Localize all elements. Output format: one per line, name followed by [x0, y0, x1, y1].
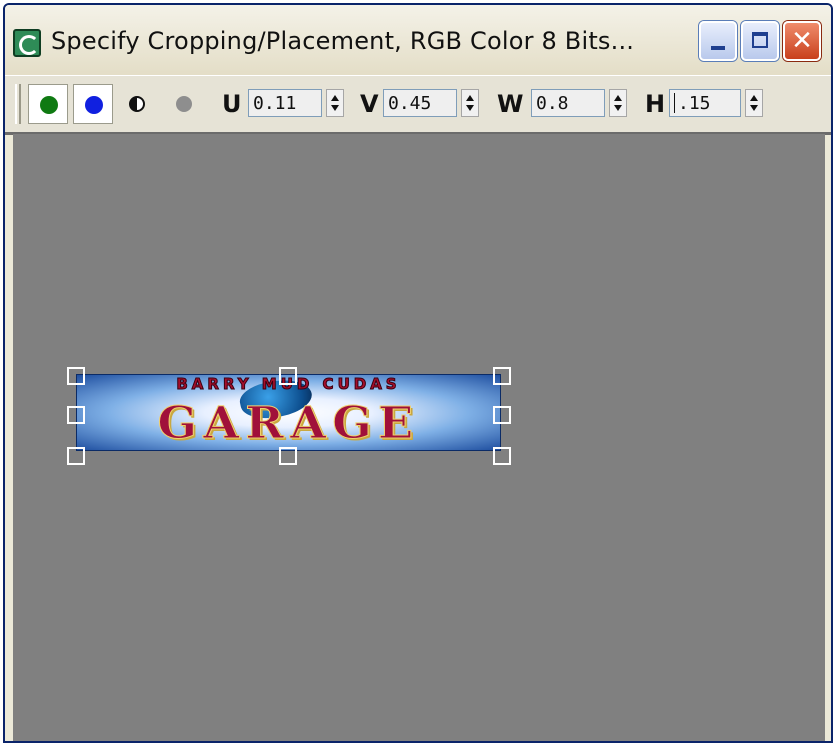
- crop-handle-middle-left[interactable]: [67, 406, 85, 424]
- toolbar-grip: [15, 84, 21, 124]
- alpha-channel-icon[interactable]: [176, 96, 192, 112]
- spin-up-icon: [750, 95, 758, 101]
- h-input[interactable]: .15: [669, 89, 741, 117]
- h-input-value: .15: [678, 93, 711, 114]
- window-title: Specify Cropping/Placement, RGB Color 8 …: [51, 27, 635, 55]
- crop-handle-middle-right[interactable]: [493, 406, 511, 424]
- v-spinner[interactable]: [461, 89, 479, 117]
- spin-down-icon: [750, 105, 758, 111]
- green-channel-button[interactable]: [28, 84, 68, 124]
- green-dot-icon: [40, 96, 58, 114]
- v-label: V: [360, 90, 379, 118]
- crop-handle-bottom-left[interactable]: [67, 447, 85, 465]
- close-button[interactable]: ✕: [783, 21, 821, 61]
- crop-placement-window: Specify Cropping/Placement, RGB Color 8 …: [3, 3, 833, 743]
- title-bar[interactable]: Specify Cropping/Placement, RGB Color 8 …: [5, 5, 831, 77]
- text-caret: [674, 93, 675, 113]
- crop-handle-bottom-right[interactable]: [493, 447, 511, 465]
- crop-handle-top-right[interactable]: [493, 367, 511, 385]
- v-input[interactable]: 0.45: [383, 89, 457, 117]
- h-label: H: [645, 90, 666, 118]
- image-viewport[interactable]: BARRY MUD CUDAS GARAGE: [13, 134, 825, 741]
- minimize-button[interactable]: [699, 21, 737, 61]
- blue-channel-button[interactable]: [73, 84, 113, 124]
- w-input[interactable]: 0.8: [531, 89, 605, 117]
- u-spinner[interactable]: [326, 89, 344, 117]
- app-logo-icon[interactable]: [13, 29, 41, 57]
- monochrome-toggle-icon[interactable]: [129, 96, 145, 112]
- spin-up-icon: [331, 95, 339, 101]
- spin-down-icon: [331, 105, 339, 111]
- maximize-button[interactable]: [741, 21, 779, 61]
- close-icon: ✕: [791, 26, 813, 56]
- toolbar: U 0.11 V 0.45 W 0.8 H .15: [5, 75, 831, 135]
- h-spinner[interactable]: [745, 89, 763, 117]
- minimize-icon: [711, 46, 725, 50]
- spin-up-icon: [466, 95, 474, 101]
- blue-dot-icon: [85, 96, 103, 114]
- crop-handle-top-left[interactable]: [67, 367, 85, 385]
- spin-down-icon: [614, 105, 622, 111]
- u-input[interactable]: 0.11: [248, 89, 322, 117]
- u-label: U: [222, 90, 242, 118]
- spin-down-icon: [466, 105, 474, 111]
- banner-main-text: GARAGE: [157, 398, 420, 449]
- crop-handle-top-center[interactable]: [279, 367, 297, 385]
- w-label: W: [497, 90, 524, 118]
- spin-up-icon: [614, 95, 622, 101]
- maximize-icon: [752, 32, 768, 48]
- cropped-image[interactable]: BARRY MUD CUDAS GARAGE: [76, 374, 501, 451]
- w-spinner[interactable]: [609, 89, 627, 117]
- crop-handle-bottom-center[interactable]: [279, 447, 297, 465]
